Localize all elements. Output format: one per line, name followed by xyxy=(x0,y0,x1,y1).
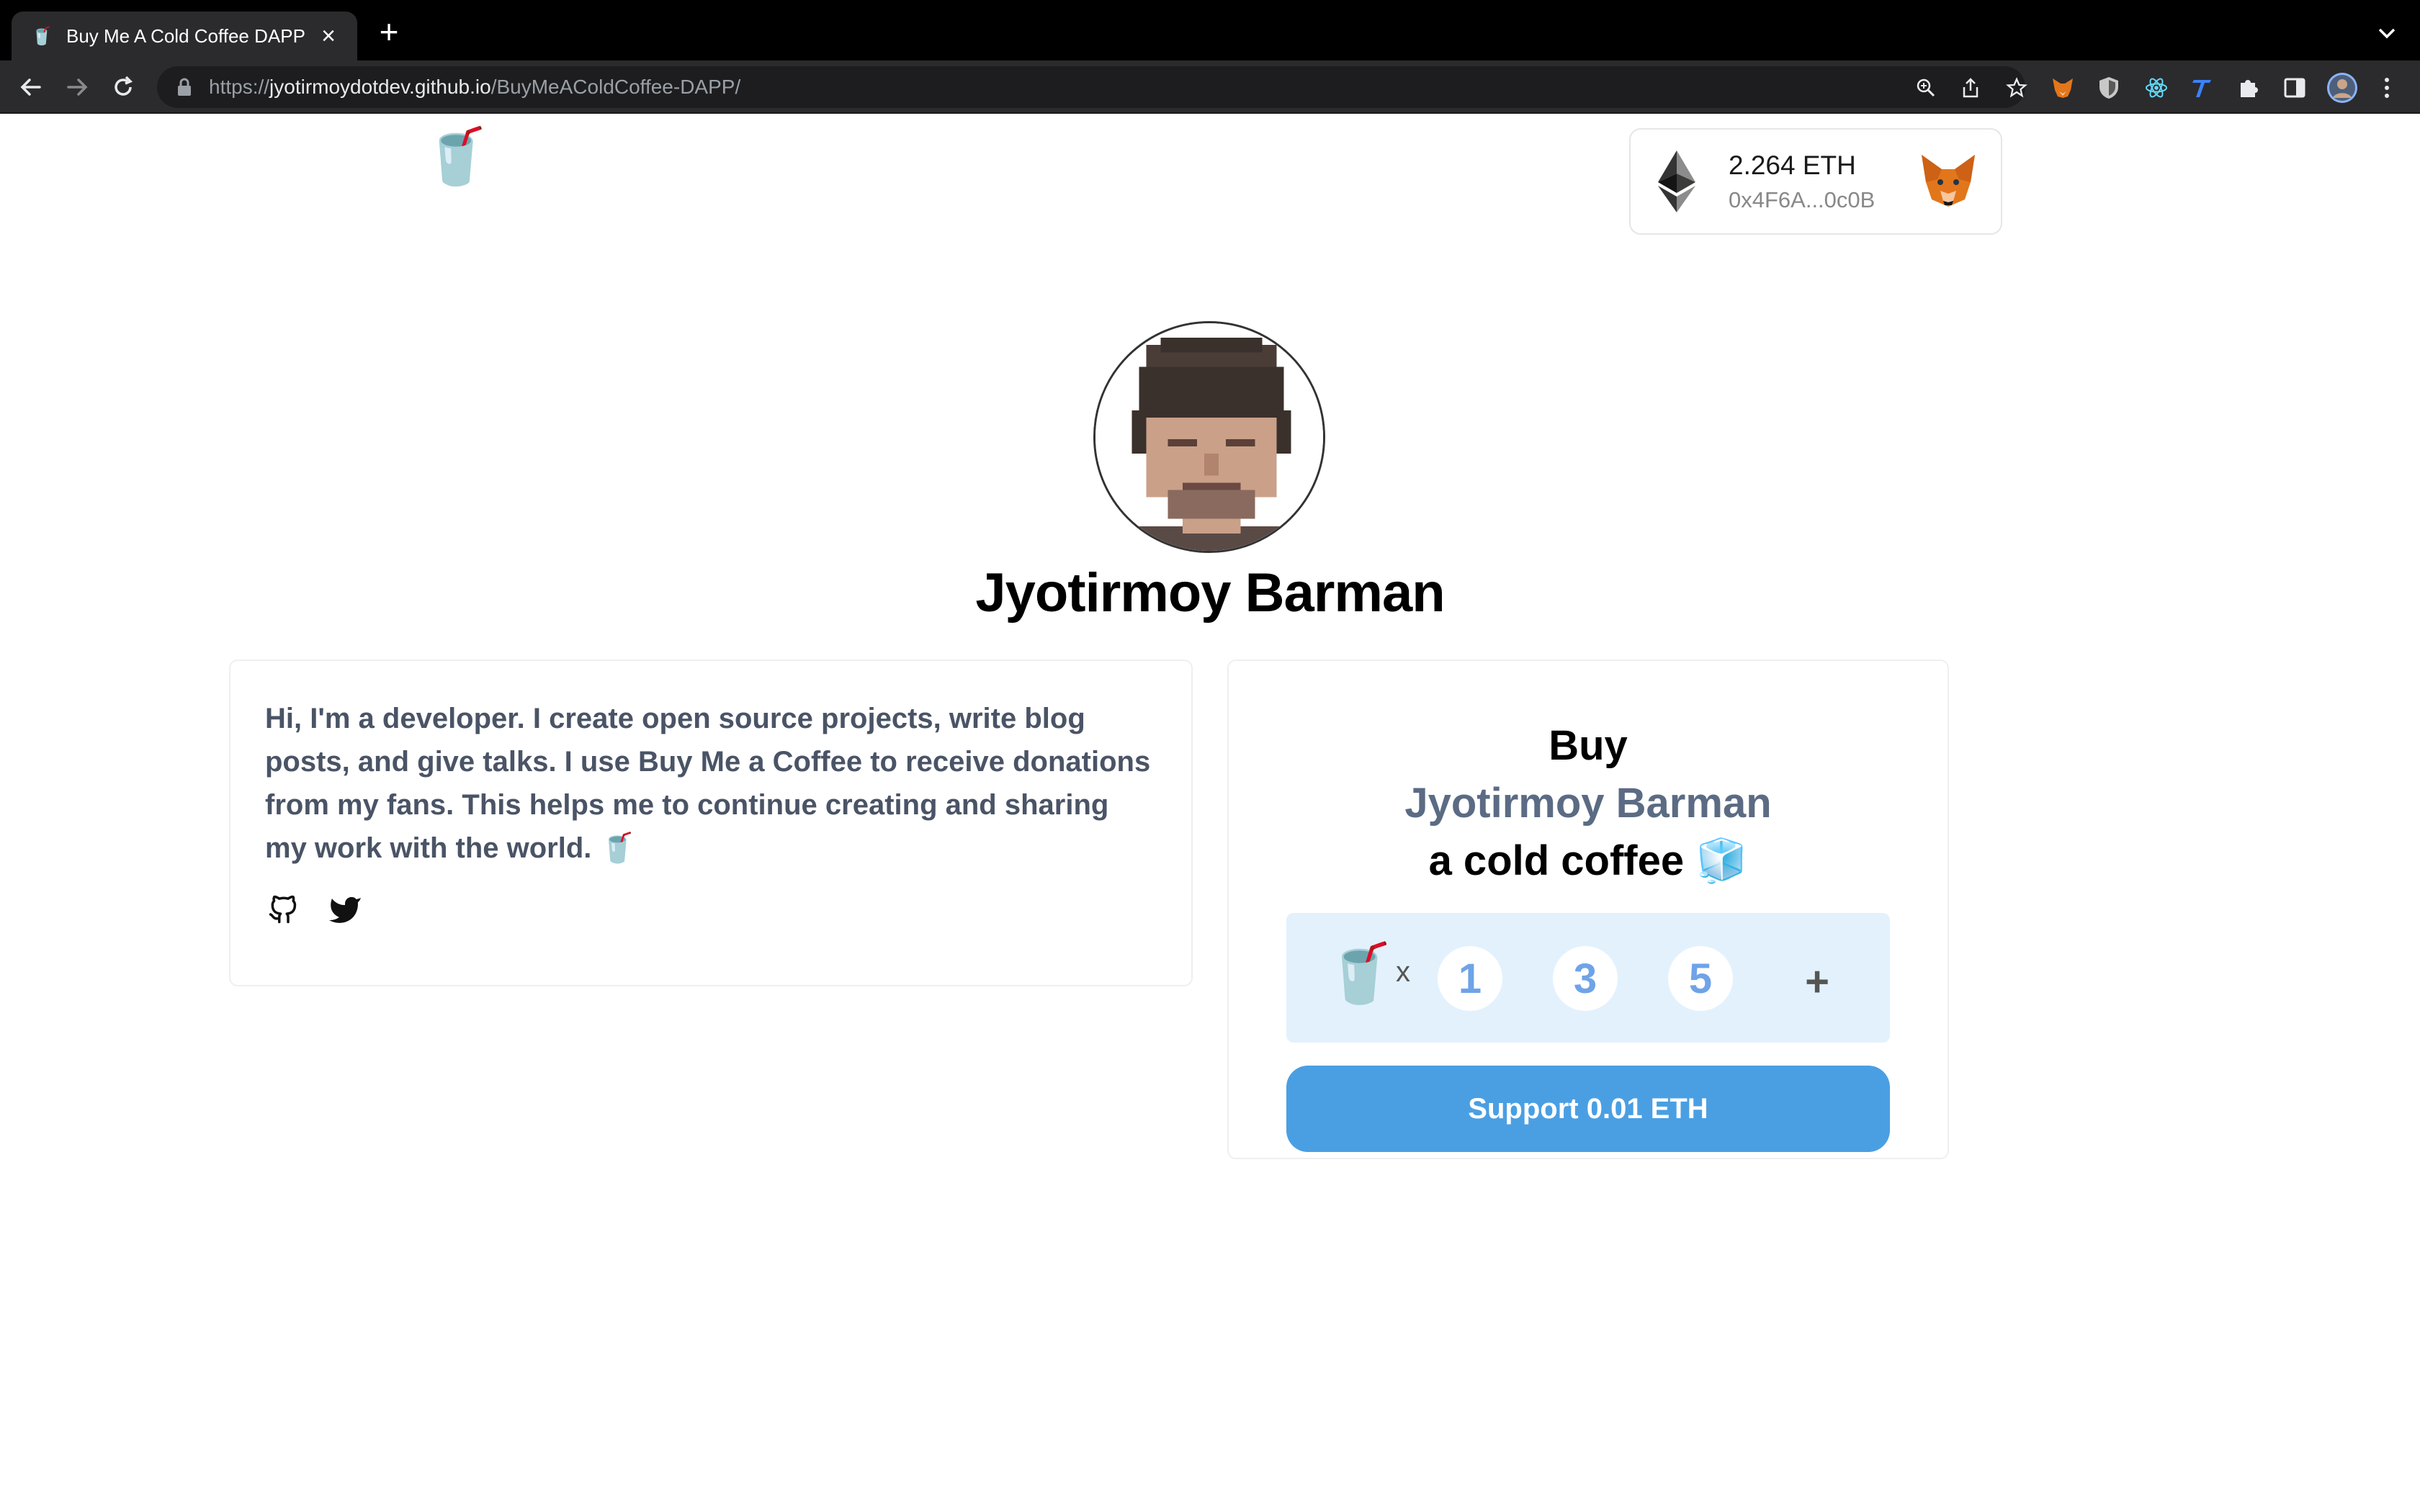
browser-tab-bar: 🥤 Buy Me A Cold Coffee DAPP × + xyxy=(0,0,2420,60)
creator-avatar xyxy=(1093,321,1325,553)
tab-title: Buy Me A Cold Coffee DAPP xyxy=(66,24,305,47)
profile-avatar-icon[interactable] xyxy=(2326,72,2358,104)
extensions-puzzle-icon[interactable] xyxy=(2236,75,2262,101)
github-icon[interactable] xyxy=(265,891,301,927)
support-card: Buy Jyotirmoy Barman a cold coffee 🧊 🥤 x… xyxy=(1227,660,1949,1159)
url-text: https://jyotirmoydotdev.github.io/BuyMeA… xyxy=(209,76,741,98)
quantity-option-3[interactable]: 3 xyxy=(1553,946,1618,1011)
about-text: Hi, I'm a developer. I create open sourc… xyxy=(265,703,1151,864)
browser-toolbar: https://jyotirmoydotdev.github.io/BuyMeA… xyxy=(0,60,2420,114)
tab-search-chevron-icon[interactable] xyxy=(2372,19,2401,48)
creator-name: Jyotirmoy Barman xyxy=(975,562,1445,624)
zoom-icon[interactable] xyxy=(1914,76,1937,99)
cold-coffee-logo[interactable]: 🥤 xyxy=(422,130,490,184)
share-icon[interactable] xyxy=(1959,76,1982,99)
lock-icon[interactable] xyxy=(174,77,194,97)
eth-balance: 2.264 ETH xyxy=(1729,150,1856,180)
coffee-quantity-selector: 🥤 x 1 3 5 + xyxy=(1286,913,1890,1043)
cold-coffee-cup-icon: 🥤 xyxy=(1324,941,1396,1005)
quantity-option-5[interactable]: 5 xyxy=(1668,946,1733,1011)
multiplier-label: x xyxy=(1396,956,1410,988)
forward-arrow-icon[interactable] xyxy=(60,71,94,104)
heading-creator-name: Jyotirmoy Barman xyxy=(1404,780,1772,827)
back-arrow-icon[interactable] xyxy=(14,71,48,104)
browser-menu-icon[interactable] xyxy=(2374,75,2400,101)
about-card: Hi, I'm a developer. I create open sourc… xyxy=(229,660,1193,986)
twitter-icon[interactable] xyxy=(327,891,363,927)
react-devtools-icon[interactable] xyxy=(2143,75,2169,101)
wallet-connect-button[interactable]: 2.264 ETH 0x4F6A...0c0B xyxy=(1629,128,2002,235)
tailwind-extension-icon[interactable] xyxy=(2190,75,2215,101)
dapp-page: 🥤 2.264 ETH 0x4F6A...0c0B Jyotirmoy Barm… xyxy=(0,114,2420,1512)
bookmark-star-icon[interactable] xyxy=(2005,76,2028,99)
wallet-address: 0x4F6A...0c0B xyxy=(1729,187,1876,212)
address-bar[interactable]: https://jyotirmoydotdev.github.io/BuyMeA… xyxy=(157,66,2028,108)
cold-coffee-favicon-icon: 🥤 xyxy=(31,26,53,46)
quantity-option-1[interactable]: 1 xyxy=(1438,946,1502,1011)
shield-extension-icon[interactable] xyxy=(2096,75,2122,101)
heading-cold-coffee: a cold coffee 🧊 xyxy=(1428,837,1748,884)
ethereum-icon xyxy=(1658,150,1695,212)
wallet-info: 2.264 ETH 0x4F6A...0c0B xyxy=(1729,147,1917,216)
browser-tab[interactable]: 🥤 Buy Me A Cold Coffee DAPP × xyxy=(12,12,357,60)
reload-icon[interactable] xyxy=(107,71,140,104)
metamask-fox-icon xyxy=(1922,155,1975,207)
custom-quantity-button[interactable]: + xyxy=(1785,949,1850,1014)
social-links xyxy=(265,891,1157,927)
new-tab-button[interactable]: + xyxy=(373,15,405,48)
heading-buy: Buy xyxy=(1549,722,1628,769)
support-button[interactable]: Support 0.01 ETH xyxy=(1286,1066,1890,1152)
tab-close-icon[interactable]: × xyxy=(314,24,343,48)
side-panel-icon[interactable] xyxy=(2282,75,2308,101)
support-heading: Buy Jyotirmoy Barman a cold coffee 🧊 xyxy=(1229,717,1948,890)
metamask-extension-icon[interactable] xyxy=(2050,75,2076,101)
